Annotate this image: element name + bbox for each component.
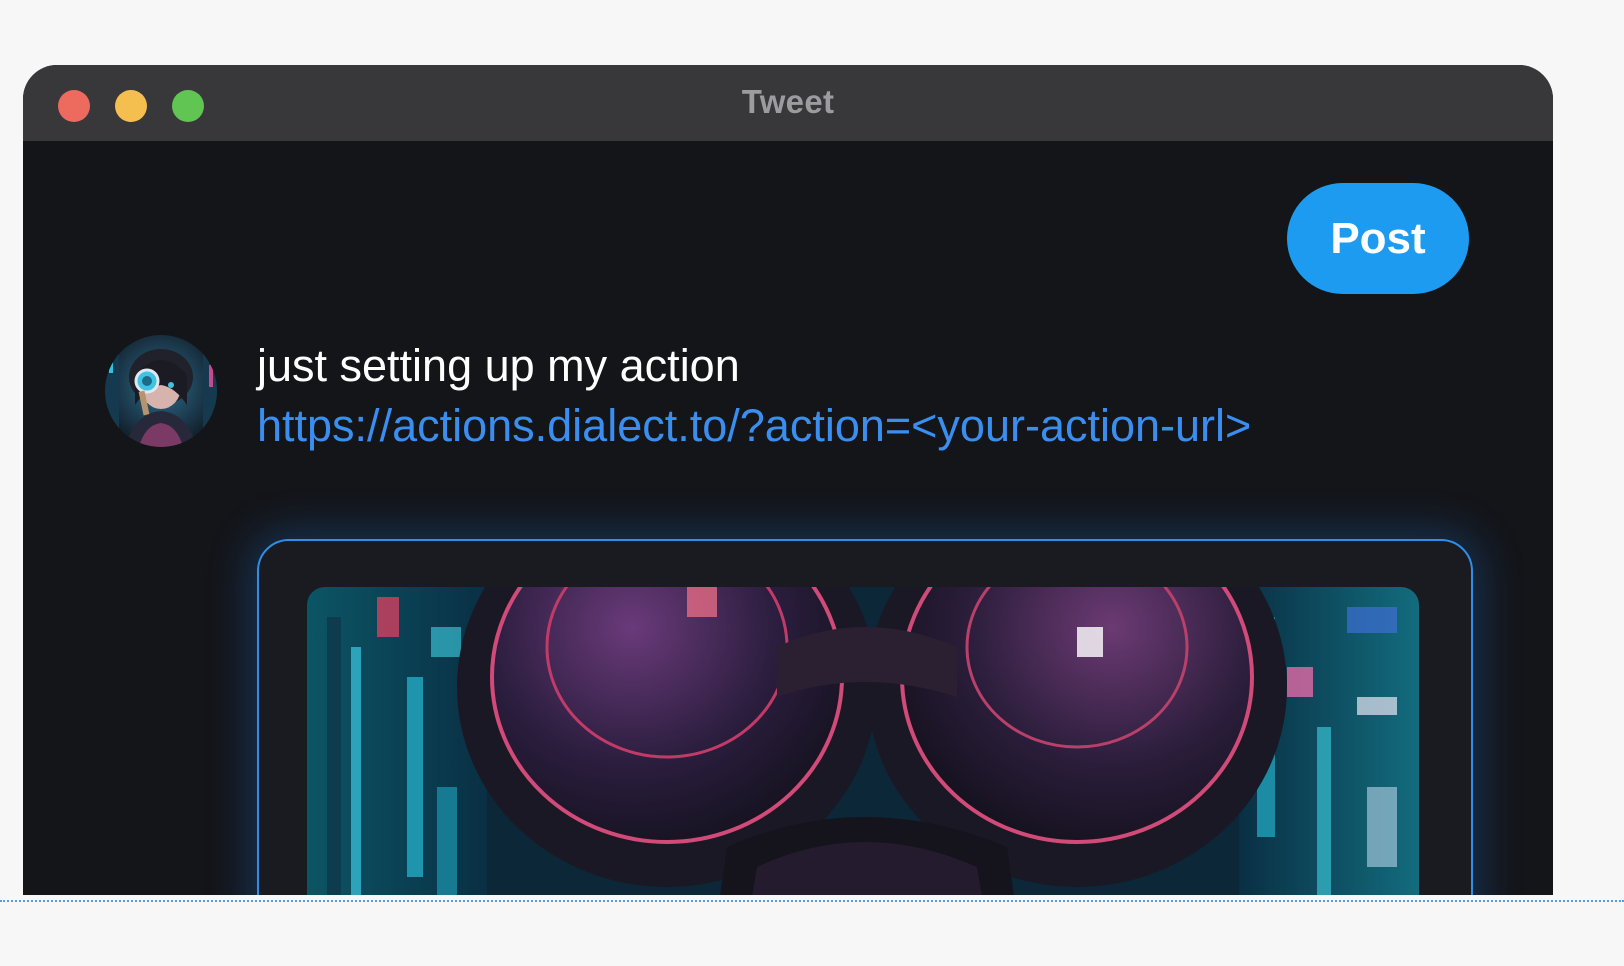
avatar-image-icon xyxy=(105,335,217,447)
dotted-divider xyxy=(0,900,1624,902)
tweet-window: Tweet Post just setting up my action htt… xyxy=(23,65,1553,895)
avatar xyxy=(105,335,217,447)
cyberpunk-goggles-image-icon xyxy=(307,587,1419,895)
post-button[interactable]: Post xyxy=(1287,183,1469,294)
window-title: Tweet xyxy=(741,83,835,120)
card-image xyxy=(307,587,1419,895)
tweet-link[interactable]: https://actions.dialect.to/?action=<your… xyxy=(257,398,1251,453)
window-titlebar: Tweet xyxy=(23,65,1553,141)
action-card[interactable] xyxy=(257,539,1473,895)
tweet-text[interactable]: just setting up my action xyxy=(257,338,740,393)
